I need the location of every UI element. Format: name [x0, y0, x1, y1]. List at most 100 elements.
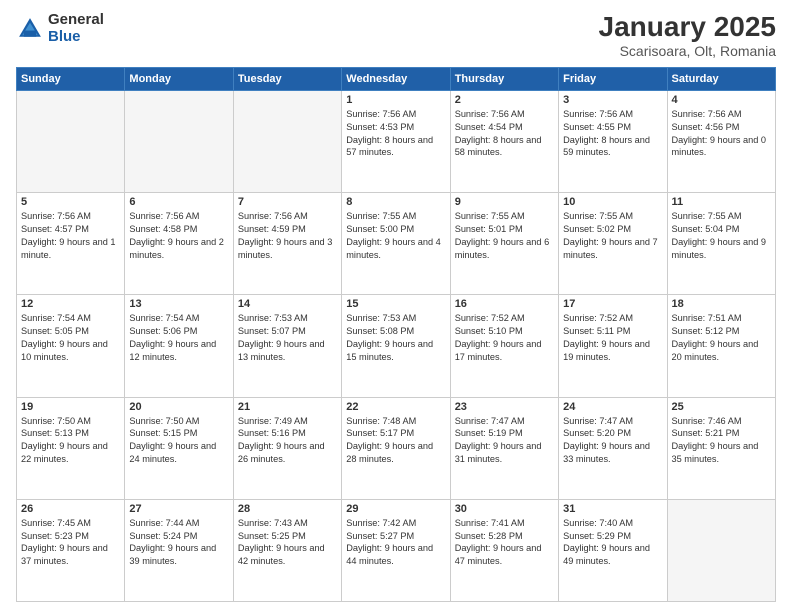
day-info: Sunrise: 7:43 AM Sunset: 5:25 PM Dayligh… — [238, 517, 337, 569]
day-info: Sunrise: 7:53 AM Sunset: 5:08 PM Dayligh… — [346, 312, 445, 364]
day-cell: 30 Sunrise: 7:41 AM Sunset: 5:28 PM Dayli… — [450, 499, 558, 601]
day-info: Sunrise: 7:51 AM Sunset: 5:12 PM Dayligh… — [672, 312, 771, 364]
day-number: 19 — [21, 401, 120, 413]
day-info: Sunrise: 7:42 AM Sunset: 5:27 PM Dayligh… — [346, 517, 445, 569]
day-info: Sunrise: 7:50 AM Sunset: 5:15 PM Dayligh… — [129, 415, 228, 467]
day-info: Sunrise: 7:56 AM Sunset: 4:57 PM Dayligh… — [21, 210, 120, 262]
day-info: Sunrise: 7:47 AM Sunset: 5:20 PM Dayligh… — [563, 415, 662, 467]
day-cell: 21 Sunrise: 7:49 AM Sunset: 5:16 PM Dayli… — [233, 397, 341, 499]
weekday-header-row: Sunday Monday Tuesday Wednesday Thursday… — [17, 67, 776, 90]
day-info: Sunrise: 7:55 AM Sunset: 5:00 PM Dayligh… — [346, 210, 445, 262]
day-info: Sunrise: 7:56 AM Sunset: 4:59 PM Dayligh… — [238, 210, 337, 262]
day-cell: 8 Sunrise: 7:55 AM Sunset: 5:00 PM Daylig… — [342, 193, 450, 295]
logo-general-text: General — [48, 12, 104, 29]
day-cell — [125, 90, 233, 192]
day-info: Sunrise: 7:56 AM Sunset: 4:56 PM Dayligh… — [672, 108, 771, 160]
day-cell: 14 Sunrise: 7:53 AM Sunset: 5:07 PM Dayli… — [233, 295, 341, 397]
day-cell: 12Sunrise: 7:54 AM Sunset: 5:05 PM Dayli… — [17, 295, 125, 397]
day-number: 26 — [21, 503, 120, 515]
logo-blue-text: Blue — [48, 29, 104, 46]
day-number: 20 — [129, 401, 228, 413]
day-info: Sunrise: 7:52 AM Sunset: 5:10 PM Dayligh… — [455, 312, 554, 364]
header-wednesday: Wednesday — [342, 67, 450, 90]
day-info: Sunrise: 7:52 AM Sunset: 5:11 PM Dayligh… — [563, 312, 662, 364]
day-cell: 1 Sunrise: 7:56 AM Sunset: 4:53 PM Daylig… — [342, 90, 450, 192]
day-info: Sunrise: 7:53 AM Sunset: 5:07 PM Dayligh… — [238, 312, 337, 364]
header-friday: Friday — [559, 67, 667, 90]
day-info: Sunrise: 7:55 AM Sunset: 5:02 PM Dayligh… — [563, 210, 662, 262]
week-row-2: 12Sunrise: 7:54 AM Sunset: 5:05 PM Dayli… — [17, 295, 776, 397]
day-number: 13 — [129, 298, 228, 310]
header-sunday: Sunday — [17, 67, 125, 90]
day-cell: 31 Sunrise: 7:40 AM Sunset: 5:29 PM Dayli… — [559, 499, 667, 601]
day-number: 4 — [672, 94, 771, 106]
week-row-4: 26Sunrise: 7:45 AM Sunset: 5:23 PM Dayli… — [17, 499, 776, 601]
day-number: 25 — [672, 401, 771, 413]
day-cell: 27 Sunrise: 7:44 AM Sunset: 5:24 PM Dayli… — [125, 499, 233, 601]
day-number: 10 — [563, 196, 662, 208]
day-cell: 23 Sunrise: 7:47 AM Sunset: 5:19 PM Dayli… — [450, 397, 558, 499]
day-cell: 18 Sunrise: 7:51 AM Sunset: 5:12 PM Dayli… — [667, 295, 775, 397]
week-row-3: 19 Sunrise: 7:50 AM Sunset: 5:13 PM Dayli… — [17, 397, 776, 499]
day-cell: 29 Sunrise: 7:42 AM Sunset: 5:27 PM Dayli… — [342, 499, 450, 601]
day-cell: 22 Sunrise: 7:48 AM Sunset: 5:17 PM Dayli… — [342, 397, 450, 499]
day-cell: 3 Sunrise: 7:56 AM Sunset: 4:55 PM Daylig… — [559, 90, 667, 192]
day-cell: 11 Sunrise: 7:55 AM Sunset: 5:04 PM Dayli… — [667, 193, 775, 295]
week-row-0: 1 Sunrise: 7:56 AM Sunset: 4:53 PM Daylig… — [17, 90, 776, 192]
day-number: 24 — [563, 401, 662, 413]
calendar-table: Sunday Monday Tuesday Wednesday Thursday… — [16, 67, 776, 602]
day-info: Sunrise: 7:41 AM Sunset: 5:28 PM Dayligh… — [455, 517, 554, 569]
day-info: Sunrise: 7:40 AM Sunset: 5:29 PM Dayligh… — [563, 517, 662, 569]
day-number: 2 — [455, 94, 554, 106]
day-number: 23 — [455, 401, 554, 413]
day-number: 6 — [129, 196, 228, 208]
header-monday: Monday — [125, 67, 233, 90]
day-info: Sunrise: 7:47 AM Sunset: 5:19 PM Dayligh… — [455, 415, 554, 467]
day-number: 7 — [238, 196, 337, 208]
day-cell: 25Sunrise: 7:46 AM Sunset: 5:21 PM Dayli… — [667, 397, 775, 499]
header-saturday: Saturday — [667, 67, 775, 90]
logo: General Blue — [16, 12, 104, 45]
day-cell: 15Sunrise: 7:53 AM Sunset: 5:08 PM Dayli… — [342, 295, 450, 397]
day-cell: 2 Sunrise: 7:56 AM Sunset: 4:54 PM Daylig… — [450, 90, 558, 192]
title-block: January 2025 Scarisoara, Olt, Romania — [599, 12, 776, 59]
day-number: 1 — [346, 94, 445, 106]
day-number: 5 — [21, 196, 120, 208]
day-cell: 9Sunrise: 7:55 AM Sunset: 5:01 PM Daylig… — [450, 193, 558, 295]
day-number: 9 — [455, 196, 554, 208]
day-info: Sunrise: 7:48 AM Sunset: 5:17 PM Dayligh… — [346, 415, 445, 467]
day-info: Sunrise: 7:49 AM Sunset: 5:16 PM Dayligh… — [238, 415, 337, 467]
week-row-1: 5 Sunrise: 7:56 AM Sunset: 4:57 PM Daylig… — [17, 193, 776, 295]
day-number: 22 — [346, 401, 445, 413]
day-number: 12 — [21, 298, 120, 310]
day-cell: 10 Sunrise: 7:55 AM Sunset: 5:02 PM Dayli… — [559, 193, 667, 295]
day-number: 31 — [563, 503, 662, 515]
day-info: Sunrise: 7:54 AM Sunset: 5:06 PM Dayligh… — [129, 312, 228, 364]
day-cell: 28 Sunrise: 7:43 AM Sunset: 5:25 PM Dayli… — [233, 499, 341, 601]
day-number: 11 — [672, 196, 771, 208]
day-number: 30 — [455, 503, 554, 515]
day-number: 27 — [129, 503, 228, 515]
day-cell: 26Sunrise: 7:45 AM Sunset: 5:23 PM Dayli… — [17, 499, 125, 601]
day-info: Sunrise: 7:56 AM Sunset: 4:55 PM Dayligh… — [563, 108, 662, 160]
header-thursday: Thursday — [450, 67, 558, 90]
day-number: 18 — [672, 298, 771, 310]
day-number: 29 — [346, 503, 445, 515]
header-tuesday: Tuesday — [233, 67, 341, 90]
day-number: 16 — [455, 298, 554, 310]
day-number: 28 — [238, 503, 337, 515]
day-info: Sunrise: 7:56 AM Sunset: 4:54 PM Dayligh… — [455, 108, 554, 160]
day-cell — [233, 90, 341, 192]
day-number: 21 — [238, 401, 337, 413]
day-info: Sunrise: 7:56 AM Sunset: 4:53 PM Dayligh… — [346, 108, 445, 160]
day-info: Sunrise: 7:44 AM Sunset: 5:24 PM Dayligh… — [129, 517, 228, 569]
day-number: 14 — [238, 298, 337, 310]
day-number: 17 — [563, 298, 662, 310]
day-info: Sunrise: 7:56 AM Sunset: 4:58 PM Dayligh… — [129, 210, 228, 262]
day-number: 8 — [346, 196, 445, 208]
day-cell: 16 Sunrise: 7:52 AM Sunset: 5:10 PM Dayli… — [450, 295, 558, 397]
day-info: Sunrise: 7:55 AM Sunset: 5:04 PM Dayligh… — [672, 210, 771, 262]
day-cell: 4 Sunrise: 7:56 AM Sunset: 4:56 PM Daylig… — [667, 90, 775, 192]
day-number: 3 — [563, 94, 662, 106]
day-info: Sunrise: 7:50 AM Sunset: 5:13 PM Dayligh… — [21, 415, 120, 467]
